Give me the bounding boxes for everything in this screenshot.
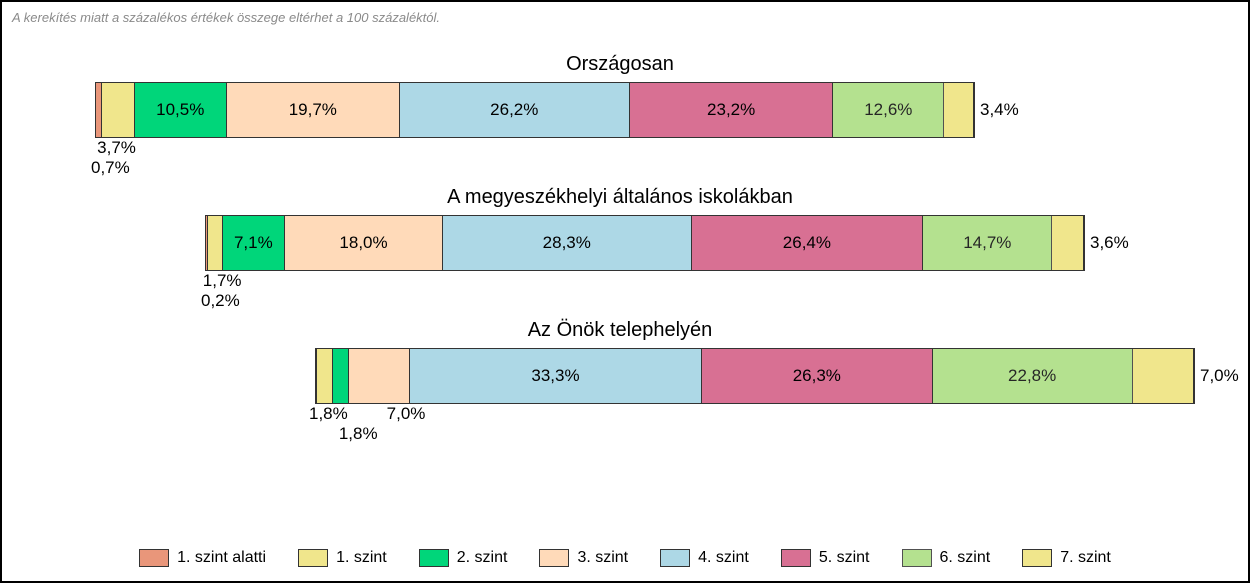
legend-item: 2. szint bbox=[419, 549, 508, 567]
legend-swatch bbox=[298, 549, 328, 567]
chart-rows: Országosan10,5%19,7%26,2%23,2%12,6%3,4%0… bbox=[12, 53, 1228, 444]
segment-label-external: 7,0% bbox=[1200, 366, 1239, 386]
segment-label-external: 1,7% bbox=[203, 271, 242, 291]
segment-label-external: 0,2% bbox=[201, 291, 240, 311]
bar-segment: 28,3% bbox=[443, 216, 691, 270]
legend-label: 5. szint bbox=[819, 549, 870, 567]
external-labels: 1,8%1,8%7,0% bbox=[315, 404, 1195, 444]
bar-wrap: 7,1%18,0%28,3%26,4%14,7%3,6%0,2%1,7% bbox=[205, 215, 1085, 311]
legend-swatch bbox=[539, 549, 569, 567]
segment-label-external: 3,7% bbox=[97, 138, 136, 158]
segment-label: 19,7% bbox=[289, 100, 337, 120]
stacked-bar: 33,3%26,3%22,8%7,0% bbox=[315, 348, 1195, 404]
legend-item: 3. szint bbox=[539, 549, 628, 567]
segment-label: 26,3% bbox=[793, 366, 841, 386]
segment-label: 14,7% bbox=[963, 233, 1011, 253]
segment-label: 28,3% bbox=[543, 233, 591, 253]
segment-label: 26,4% bbox=[783, 233, 831, 253]
bar-segment: 26,3% bbox=[702, 349, 933, 403]
legend-label: 3. szint bbox=[577, 549, 628, 567]
bar-wrap: 10,5%19,7%26,2%23,2%12,6%3,4%0,7%3,7% bbox=[95, 82, 975, 178]
bar-segment bbox=[349, 349, 410, 403]
segment-label: 22,8% bbox=[1008, 366, 1056, 386]
segment-label: 18,0% bbox=[339, 233, 387, 253]
bar-segment: 18,0% bbox=[285, 216, 443, 270]
chart-footnote: A kerekítés miatt a százalékos értékek ö… bbox=[12, 10, 1228, 25]
legend-swatch bbox=[660, 549, 690, 567]
bar-segment: 26,4% bbox=[692, 216, 924, 270]
segment-label-external: 1,8% bbox=[339, 424, 378, 444]
bar-segment bbox=[333, 349, 349, 403]
external-labels: 0,2%1,7% bbox=[205, 271, 1085, 311]
row-title: Országosan bbox=[95, 53, 1145, 76]
bar-wrap: 33,3%26,3%22,8%7,0%1,8%1,8%7,0% bbox=[315, 348, 1195, 444]
bar-segment bbox=[102, 83, 134, 137]
legend-label: 1. szint bbox=[336, 549, 387, 567]
bar-segment: 33,3% bbox=[410, 349, 702, 403]
legend-swatch bbox=[781, 549, 811, 567]
segment-label: 26,2% bbox=[490, 100, 538, 120]
bar-segment: 22,8% bbox=[933, 349, 1133, 403]
legend-swatch bbox=[139, 549, 169, 567]
chart-row: A megyeszékhelyi általános iskolákban 7,1… bbox=[95, 186, 1145, 311]
segment-label-external: 7,0% bbox=[387, 404, 426, 424]
chart-legend: 1. szint alatti 1. szint 2. szint 3. szint 4… bbox=[2, 549, 1248, 567]
bar-segment bbox=[1133, 349, 1194, 403]
legend-item: 1. szint alatti bbox=[139, 549, 266, 567]
legend-item: 6. szint bbox=[902, 549, 991, 567]
segment-label-external: 3,4% bbox=[980, 100, 1019, 120]
legend-swatch bbox=[902, 549, 932, 567]
bar-segment bbox=[944, 83, 974, 137]
bar-segment bbox=[317, 349, 333, 403]
chart-row: Az Önök telephelyén 33,3% 26,3% 22,8% 7,0% 1,… bbox=[95, 319, 1145, 444]
bar-segment: 23,2% bbox=[630, 83, 834, 137]
segment-label: 10,5% bbox=[156, 100, 204, 120]
row-title: Az Önök telephelyén bbox=[95, 319, 1145, 342]
bar-segment: 12,6% bbox=[833, 83, 944, 137]
segment-label-external: 0,7% bbox=[91, 158, 130, 178]
row-title: A megyeszékhelyi általános iskolákban bbox=[95, 186, 1145, 209]
bar-segment: 26,2% bbox=[400, 83, 630, 137]
legend-item: 4. szint bbox=[660, 549, 749, 567]
legend-swatch bbox=[419, 549, 449, 567]
legend-label: 1. szint alatti bbox=[177, 549, 266, 567]
segment-label: 7,1% bbox=[234, 233, 273, 253]
legend-label: 7. szint bbox=[1060, 549, 1111, 567]
legend-swatch bbox=[1022, 549, 1052, 567]
legend-label: 2. szint bbox=[457, 549, 508, 567]
bar-segment: 7,1% bbox=[223, 216, 285, 270]
external-labels: 0,7%3,7% bbox=[95, 138, 975, 178]
legend-label: 4. szint bbox=[698, 549, 749, 567]
bar-segment bbox=[208, 216, 223, 270]
segment-label: 23,2% bbox=[707, 100, 755, 120]
legend-item: 1. szint bbox=[298, 549, 387, 567]
legend-item: 7. szint bbox=[1022, 549, 1111, 567]
legend-item: 5. szint bbox=[781, 549, 870, 567]
segment-label-external: 1,8% bbox=[309, 404, 348, 424]
bar-segment: 14,7% bbox=[923, 216, 1052, 270]
legend-label: 6. szint bbox=[940, 549, 991, 567]
chart-frame: A kerekítés miatt a százalékos értékek ö… bbox=[0, 0, 1250, 583]
stacked-bar: 7,1%18,0%28,3%26,4%14,7%3,6% bbox=[205, 215, 1085, 271]
segment-label-external: 3,6% bbox=[1090, 233, 1129, 253]
bar-segment: 19,7% bbox=[227, 83, 400, 137]
bar-segment bbox=[1052, 216, 1084, 270]
chart-row: Országosan 10,5% 19,7% 26,2% 23,2% 12,6% 3,4%0… bbox=[95, 53, 1145, 178]
segment-label: 12,6% bbox=[864, 100, 912, 120]
stacked-bar: 10,5%19,7%26,2%23,2%12,6%3,4% bbox=[95, 82, 975, 138]
bar-segment: 10,5% bbox=[135, 83, 227, 137]
segment-label: 33,3% bbox=[531, 366, 579, 386]
